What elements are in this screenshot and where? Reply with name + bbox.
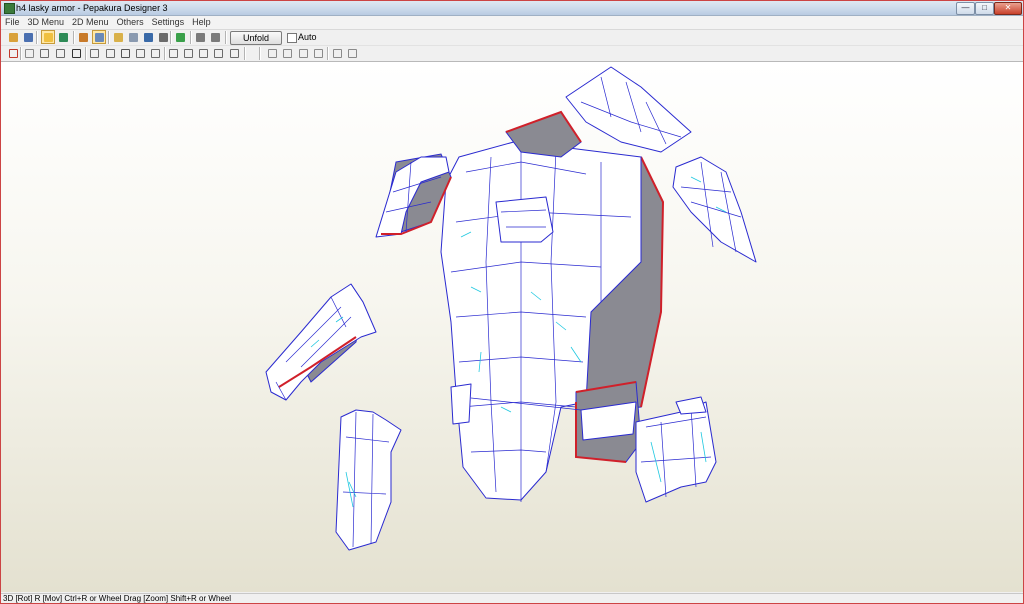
align-top-icon[interactable] <box>297 47 310 60</box>
armor-model <box>265 66 757 551</box>
main-toolbar: Unfold Auto <box>1 30 1023 46</box>
open-folder-icon[interactable] <box>7 31 20 44</box>
auto-label: Auto <box>298 32 317 42</box>
page-setup-icon[interactable] <box>7 47 20 60</box>
flip-icon[interactable] <box>197 47 210 60</box>
auto-checkbox[interactable] <box>287 33 297 43</box>
toolbar-separator <box>20 47 22 60</box>
edit-icon[interactable] <box>77 31 90 44</box>
toolbar-separator <box>170 31 172 44</box>
status-bar: 3D [Rot] R [Mov] Ctrl+R or Wheel Drag [Z… <box>1 593 1023 603</box>
text-icon[interactable] <box>70 47 83 60</box>
rounded-rect-icon[interactable] <box>209 31 222 44</box>
title-bar[interactable]: h4 lasky armor - Pepakura Designer 3 — □… <box>1 1 1023 16</box>
close-button[interactable]: ✕ <box>994 2 1022 15</box>
app-icon <box>4 3 15 14</box>
frame-icon[interactable] <box>167 47 180 60</box>
move-icon[interactable] <box>142 31 155 44</box>
pencil-icon[interactable] <box>112 31 125 44</box>
zoom-icon[interactable] <box>331 47 344 60</box>
window-icon[interactable] <box>228 47 241 60</box>
thigh-guard <box>335 409 402 551</box>
rectangle-icon[interactable] <box>194 31 207 44</box>
app-window: h4 lasky armor - Pepakura Designer 3 — □… <box>0 0 1024 604</box>
grid-icon[interactable] <box>38 47 51 60</box>
select-icon[interactable] <box>92 30 106 44</box>
toolbar-separator <box>327 47 329 60</box>
toolbar-separator <box>36 31 38 44</box>
status-text: 3D [Rot] R [Mov] Ctrl+R or Wheel Drag [Z… <box>3 594 232 603</box>
view-3d-icon[interactable] <box>41 30 55 44</box>
toolbar-separator <box>244 47 246 60</box>
rectangle-icon[interactable] <box>119 47 132 60</box>
toolbar-separator <box>85 47 87 60</box>
align-left-icon[interactable] <box>266 47 279 60</box>
unfold-button[interactable]: Unfold <box>230 31 282 45</box>
join-edge-icon[interactable] <box>23 47 36 60</box>
menu-3d[interactable]: 3D Menu <box>24 16 69 29</box>
menu-others[interactable]: Others <box>113 16 148 29</box>
forearm-guard <box>265 283 377 401</box>
toolbar-separator <box>259 47 261 60</box>
right-shoulder-pad <box>672 156 757 263</box>
save-icon[interactable] <box>22 31 35 44</box>
page-icon[interactable] <box>104 47 117 60</box>
maximize-button[interactable]: □ <box>975 2 994 15</box>
glue-flap-icon[interactable] <box>88 47 101 60</box>
align-icon[interactable] <box>182 47 195 60</box>
toolbar-separator <box>73 31 75 44</box>
toolbar-separator <box>108 31 110 44</box>
redo-icon[interactable] <box>149 47 162 60</box>
image-icon[interactable] <box>212 47 225 60</box>
toolbar-separator <box>225 31 227 44</box>
3d-viewport[interactable] <box>1 62 1023 592</box>
texture-icon[interactable] <box>57 31 70 44</box>
menu-help[interactable]: Help <box>188 16 215 29</box>
menu-bar: File 3D Menu 2D Menu Others Settings Help <box>1 16 1023 30</box>
toolbar-separator <box>164 47 166 60</box>
align-center-icon[interactable] <box>281 47 294 60</box>
align-bottom-icon[interactable] <box>312 47 325 60</box>
minimize-button[interactable]: — <box>956 2 975 15</box>
left-shoulder-pad <box>375 153 452 238</box>
rotate-icon[interactable] <box>157 31 170 44</box>
toolbar-separator <box>190 31 192 44</box>
fold-line-icon[interactable] <box>54 47 67 60</box>
menu-settings[interactable]: Settings <box>148 16 189 29</box>
collar <box>505 66 692 158</box>
zoom-fit-icon[interactable] <box>346 47 359 60</box>
undo-icon[interactable] <box>134 47 147 60</box>
cube-icon[interactable] <box>174 31 187 44</box>
menu-2d[interactable]: 2D Menu <box>68 16 113 29</box>
menu-file[interactable]: File <box>1 16 24 29</box>
cylinder-icon[interactable] <box>127 31 140 44</box>
window-title: h4 lasky armor - Pepakura Designer 3 <box>16 3 168 13</box>
side-holster <box>635 396 717 503</box>
edit-toolbar <box>1 46 1023 62</box>
